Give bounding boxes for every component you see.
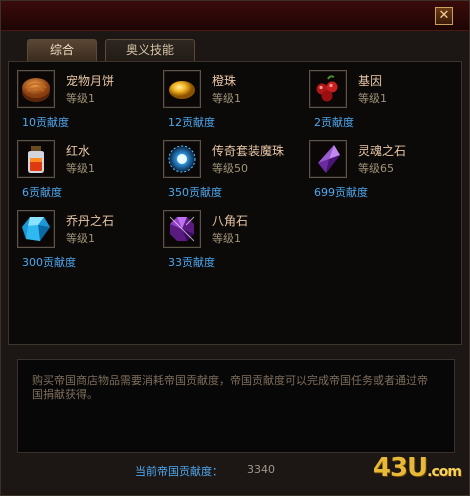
item-name: 基因 (358, 74, 383, 88)
item-level: 等级1 (66, 92, 95, 105)
red-potion-icon (28, 146, 44, 173)
soul-stone-icon (318, 145, 340, 173)
shop-item[interactable]: 传奇套装魔珠 等级50 350贡献度 (155, 132, 295, 199)
close-button[interactable]: ✕ (435, 7, 453, 25)
item-name: 红水 (66, 144, 91, 158)
watermark-suffix: .com (427, 464, 462, 480)
item-slot[interactable] (309, 70, 347, 108)
shop-item[interactable]: 灵魂之石 等级65 699贡献度 (301, 132, 441, 199)
shop-item[interactable]: 基因 等级1 2贡献度 (301, 62, 441, 129)
jordan-stone-icon (22, 217, 50, 241)
item-name: 橙珠 (212, 74, 237, 88)
item-level: 等级1 (66, 162, 95, 175)
shop-item[interactable]: 宠物月饼 等级1 10贡献度 (9, 62, 149, 129)
item-name: 灵魂之石 (358, 144, 407, 158)
gene-berries-icon (316, 75, 338, 102)
mooncake-icon (22, 78, 50, 102)
item-grid: 宠物月饼 等级1 10贡献度 橙珠 等级1 12贡献度 基因 等级1 2贡献度 … (8, 61, 462, 345)
item-cost: 300贡献度 (22, 256, 76, 269)
balance-label: 当前帝国贡献度： (135, 465, 223, 478)
item-level: 等级1 (358, 92, 387, 105)
item-level: 等级1 (212, 232, 241, 245)
tab-general[interactable]: 综合 (27, 39, 97, 61)
shop-item[interactable]: 橙珠 等级1 12贡献度 (155, 62, 295, 129)
balance-value: 3340 (247, 463, 275, 476)
description-panel: 购买帝国商店物品需要消耗帝国贡献度，帝国贡献度可以完成帝国任务或者通过帝国捐献获… (17, 359, 455, 453)
site-watermark-logo: 43U.com (372, 453, 462, 487)
item-cost: 10贡献度 (22, 116, 69, 129)
shop-item[interactable]: 八角石 等级1 33贡献度 (155, 202, 295, 269)
item-slot[interactable] (163, 70, 201, 108)
shop-item[interactable]: 红水 等级1 6贡献度 (9, 132, 149, 199)
tab-skills[interactable]: 奥义技能 (105, 39, 195, 61)
item-slot[interactable] (163, 210, 201, 248)
item-slot[interactable] (17, 70, 55, 108)
octagon-stone-icon (169, 216, 195, 242)
item-level: 等级1 (66, 232, 95, 245)
item-name: 乔丹之石 (66, 214, 115, 228)
shop-item[interactable]: 乔丹之石 等级1 300贡献度 (9, 202, 149, 269)
item-cost: 33贡献度 (168, 256, 215, 269)
description-text: 购买帝国商店物品需要消耗帝国贡献度，帝国贡献度可以完成帝国任务或者通过帝国捐献获… (32, 374, 428, 401)
item-slot[interactable] (309, 140, 347, 178)
orange-pearl-icon (169, 81, 195, 99)
item-cost: 350贡献度 (168, 186, 222, 199)
item-name: 宠物月饼 (66, 74, 115, 88)
item-cost: 12贡献度 (168, 116, 215, 129)
item-cost: 2贡献度 (314, 116, 354, 129)
item-slot[interactable] (17, 140, 55, 178)
magic-orb-icon (168, 145, 196, 173)
item-level: 等级65 (358, 162, 394, 175)
item-level: 等级1 (212, 92, 241, 105)
close-icon: ✕ (438, 8, 450, 23)
item-slot[interactable] (17, 210, 55, 248)
item-cost: 699贡献度 (314, 186, 368, 199)
item-slot[interactable] (163, 140, 201, 178)
shop-window: ✕ 综合 奥义技能 宠物月饼 等级1 10贡献度 橙珠 等级1 12贡献度 基因… (0, 0, 470, 496)
title-bar[interactable]: ✕ (1, 1, 469, 31)
item-name: 八角石 (212, 214, 249, 228)
item-name: 传奇套装魔珠 (212, 144, 285, 158)
item-level: 等级50 (212, 162, 248, 175)
item-cost: 6贡献度 (22, 186, 62, 199)
watermark-main: 43U (372, 453, 428, 483)
